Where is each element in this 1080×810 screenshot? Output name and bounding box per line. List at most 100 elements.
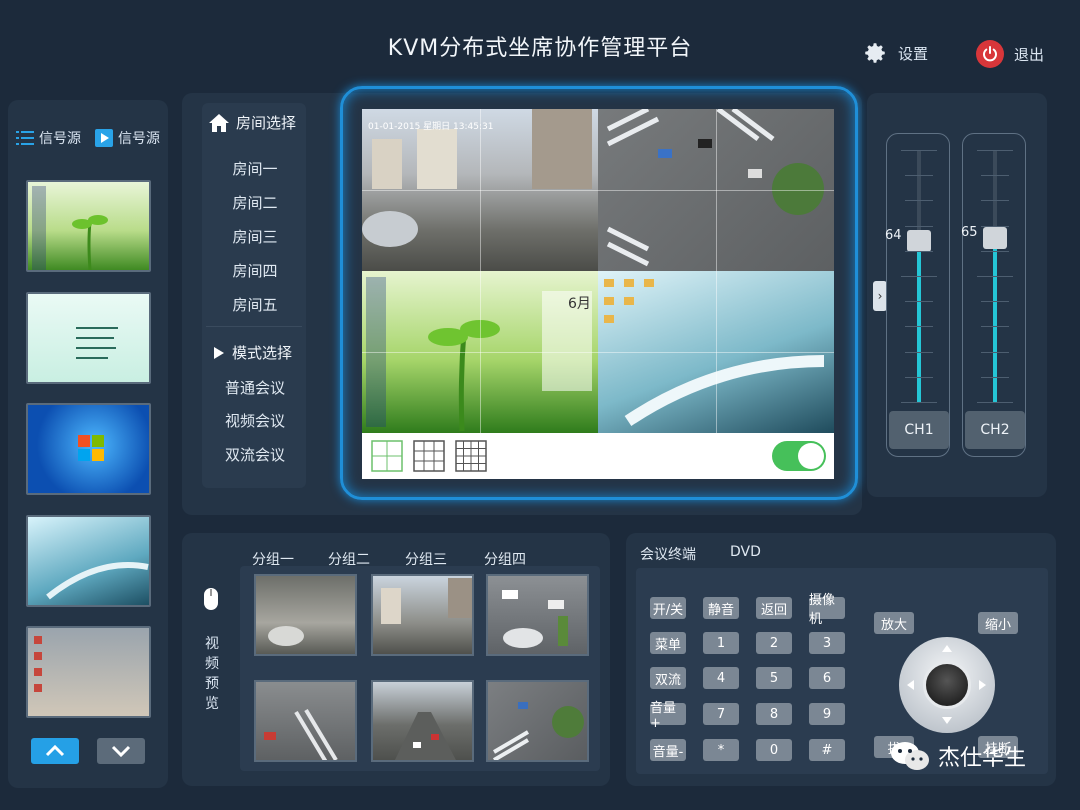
slider-tick — [901, 150, 937, 151]
room-item[interactable]: 房间四 — [206, 260, 304, 281]
room-item[interactable]: 房间三 — [206, 226, 304, 247]
crosswalk-scene-icon — [264, 708, 338, 760]
wechat-icon — [891, 742, 929, 770]
slider-tick — [905, 250, 933, 252]
exit-button[interactable]: 退出 — [976, 40, 1044, 68]
keypad-button[interactable]: 7 — [703, 703, 739, 725]
ch1-slider-knob[interactable] — [907, 230, 931, 252]
mode-item[interactable]: 普通会议 — [206, 377, 304, 398]
keypad-button[interactable]: 4 — [703, 667, 739, 689]
settings-button[interactable]: 设置 — [862, 40, 928, 66]
keypad-button[interactable]: 返回 — [756, 597, 792, 619]
terminal-tab[interactable]: 会议终端 — [640, 544, 696, 564]
wall-toggle-switch[interactable] — [772, 441, 826, 471]
preview-tile[interactable] — [254, 680, 357, 762]
mode-item[interactable]: 视频会议 — [206, 410, 304, 431]
direction-pad[interactable] — [899, 637, 995, 733]
slider-tick — [905, 326, 933, 328]
ch2-slider-knob[interactable] — [983, 227, 1007, 249]
wall-gridline — [716, 109, 717, 433]
traffic-scene-icon — [502, 590, 568, 648]
source-thumbnail[interactable] — [26, 515, 151, 607]
slider-tick — [905, 225, 933, 227]
preview-tile[interactable] — [254, 574, 357, 656]
chevron-down-icon — [111, 745, 131, 757]
keypad-button[interactable]: 静音 — [703, 597, 739, 619]
room-item[interactable]: 房间二 — [206, 192, 304, 213]
keypad-button[interactable]: 音量+ — [650, 701, 686, 731]
windows-logo-icon — [78, 435, 104, 461]
keypad-button[interactable]: 6 — [809, 667, 845, 689]
keypad-button[interactable]: 摄像机 — [809, 593, 845, 627]
slider-tick — [905, 175, 933, 177]
slider-tick — [901, 402, 937, 403]
exit-label: 退出 — [1014, 45, 1045, 64]
keypad-button[interactable]: 5 — [756, 667, 792, 689]
street-scene-icon — [268, 626, 304, 646]
arrow-up-icon[interactable] — [942, 645, 952, 652]
layout-3x3-button[interactable] — [413, 440, 445, 472]
keypad-button[interactable]: 9 — [809, 703, 845, 725]
keypad-button[interactable]: 菜单 — [650, 632, 686, 654]
room-item[interactable]: 房间一 — [206, 158, 304, 179]
source-tab-video-label: 信号源 — [118, 131, 160, 147]
keypad-button[interactable]: # — [809, 739, 845, 761]
preview-tile[interactable] — [371, 574, 474, 656]
source-thumbnail[interactable] — [26, 403, 151, 495]
source-tab-video[interactable]: 信号源 — [95, 128, 160, 148]
source-thumbnail[interactable] — [26, 626, 151, 718]
slider-tick — [977, 402, 1013, 403]
source-tab-list[interactable]: 信号源 — [16, 128, 81, 148]
slider-tick — [981, 376, 1009, 378]
keypad-button[interactable]: * — [703, 739, 739, 761]
ch1-slider-box: 64 — [885, 133, 950, 457]
keypad-button[interactable]: 音量- — [650, 739, 686, 761]
dvd-tab[interactable]: DVD — [730, 544, 761, 560]
scroll-down-button[interactable] — [97, 738, 145, 764]
wall-calendar: 6月 — [568, 296, 591, 312]
slider-tick — [981, 225, 1009, 227]
keypad-button[interactable]: 8 — [756, 703, 792, 725]
ch2-button[interactable]: CH2 — [965, 411, 1025, 449]
slider-tick — [981, 250, 1009, 252]
slider-tick — [905, 200, 933, 202]
ch1-button[interactable]: CH1 — [889, 411, 949, 449]
room-select-header: 房间选择 — [208, 112, 296, 133]
mode-select-label: 模式选择 — [232, 344, 293, 362]
keypad-button[interactable]: 1 — [703, 632, 739, 654]
keypad-button[interactable]: 2 — [756, 632, 792, 654]
room-select-label: 房间选择 — [236, 114, 297, 132]
layout-2x2-button[interactable] — [371, 440, 403, 472]
arrow-left-icon[interactable] — [907, 680, 914, 690]
zoom-in-button[interactable]: 放大 — [874, 612, 914, 634]
keypad-button[interactable]: 开/关 — [650, 597, 686, 619]
slider-tick — [981, 175, 1009, 177]
ch2-value: 65 — [961, 225, 978, 240]
keypad-button[interactable]: 3 — [809, 632, 845, 654]
preview-tile[interactable] — [486, 680, 589, 762]
room-item[interactable]: 房间五 — [206, 294, 304, 315]
layout-4x4-button[interactable] — [455, 440, 487, 472]
mode-item[interactable]: 双流会议 — [206, 444, 304, 465]
arrow-down-icon[interactable] — [942, 717, 952, 724]
slider-tick — [905, 351, 933, 353]
source-thumbnail[interactable] — [26, 292, 151, 384]
arrow-right-icon[interactable] — [979, 680, 986, 690]
source-thumbnail[interactable] — [26, 180, 151, 272]
wall-timestamp: 01-01-2015 星期日 13:45:31 — [368, 122, 494, 132]
scroll-up-button[interactable] — [31, 738, 79, 764]
preview-tile[interactable] — [371, 680, 474, 762]
room-divider — [206, 326, 302, 327]
keypad-button[interactable]: 0 — [756, 739, 792, 761]
slider-tick — [977, 150, 1013, 151]
panel-expand-handle[interactable]: › — [873, 281, 887, 311]
preview-tile[interactable] — [486, 574, 589, 656]
list-icon — [16, 131, 34, 145]
direction-ok-button[interactable] — [923, 661, 971, 709]
chevron-up-icon — [45, 745, 65, 757]
mode-select-header: 模式选择 — [212, 342, 292, 363]
keypad-button[interactable]: 双流 — [650, 667, 686, 689]
zoom-out-button[interactable]: 缩小 — [978, 612, 1018, 634]
sprout-icon — [32, 186, 108, 270]
watermark-text: 杰仕华生 — [938, 746, 1027, 771]
